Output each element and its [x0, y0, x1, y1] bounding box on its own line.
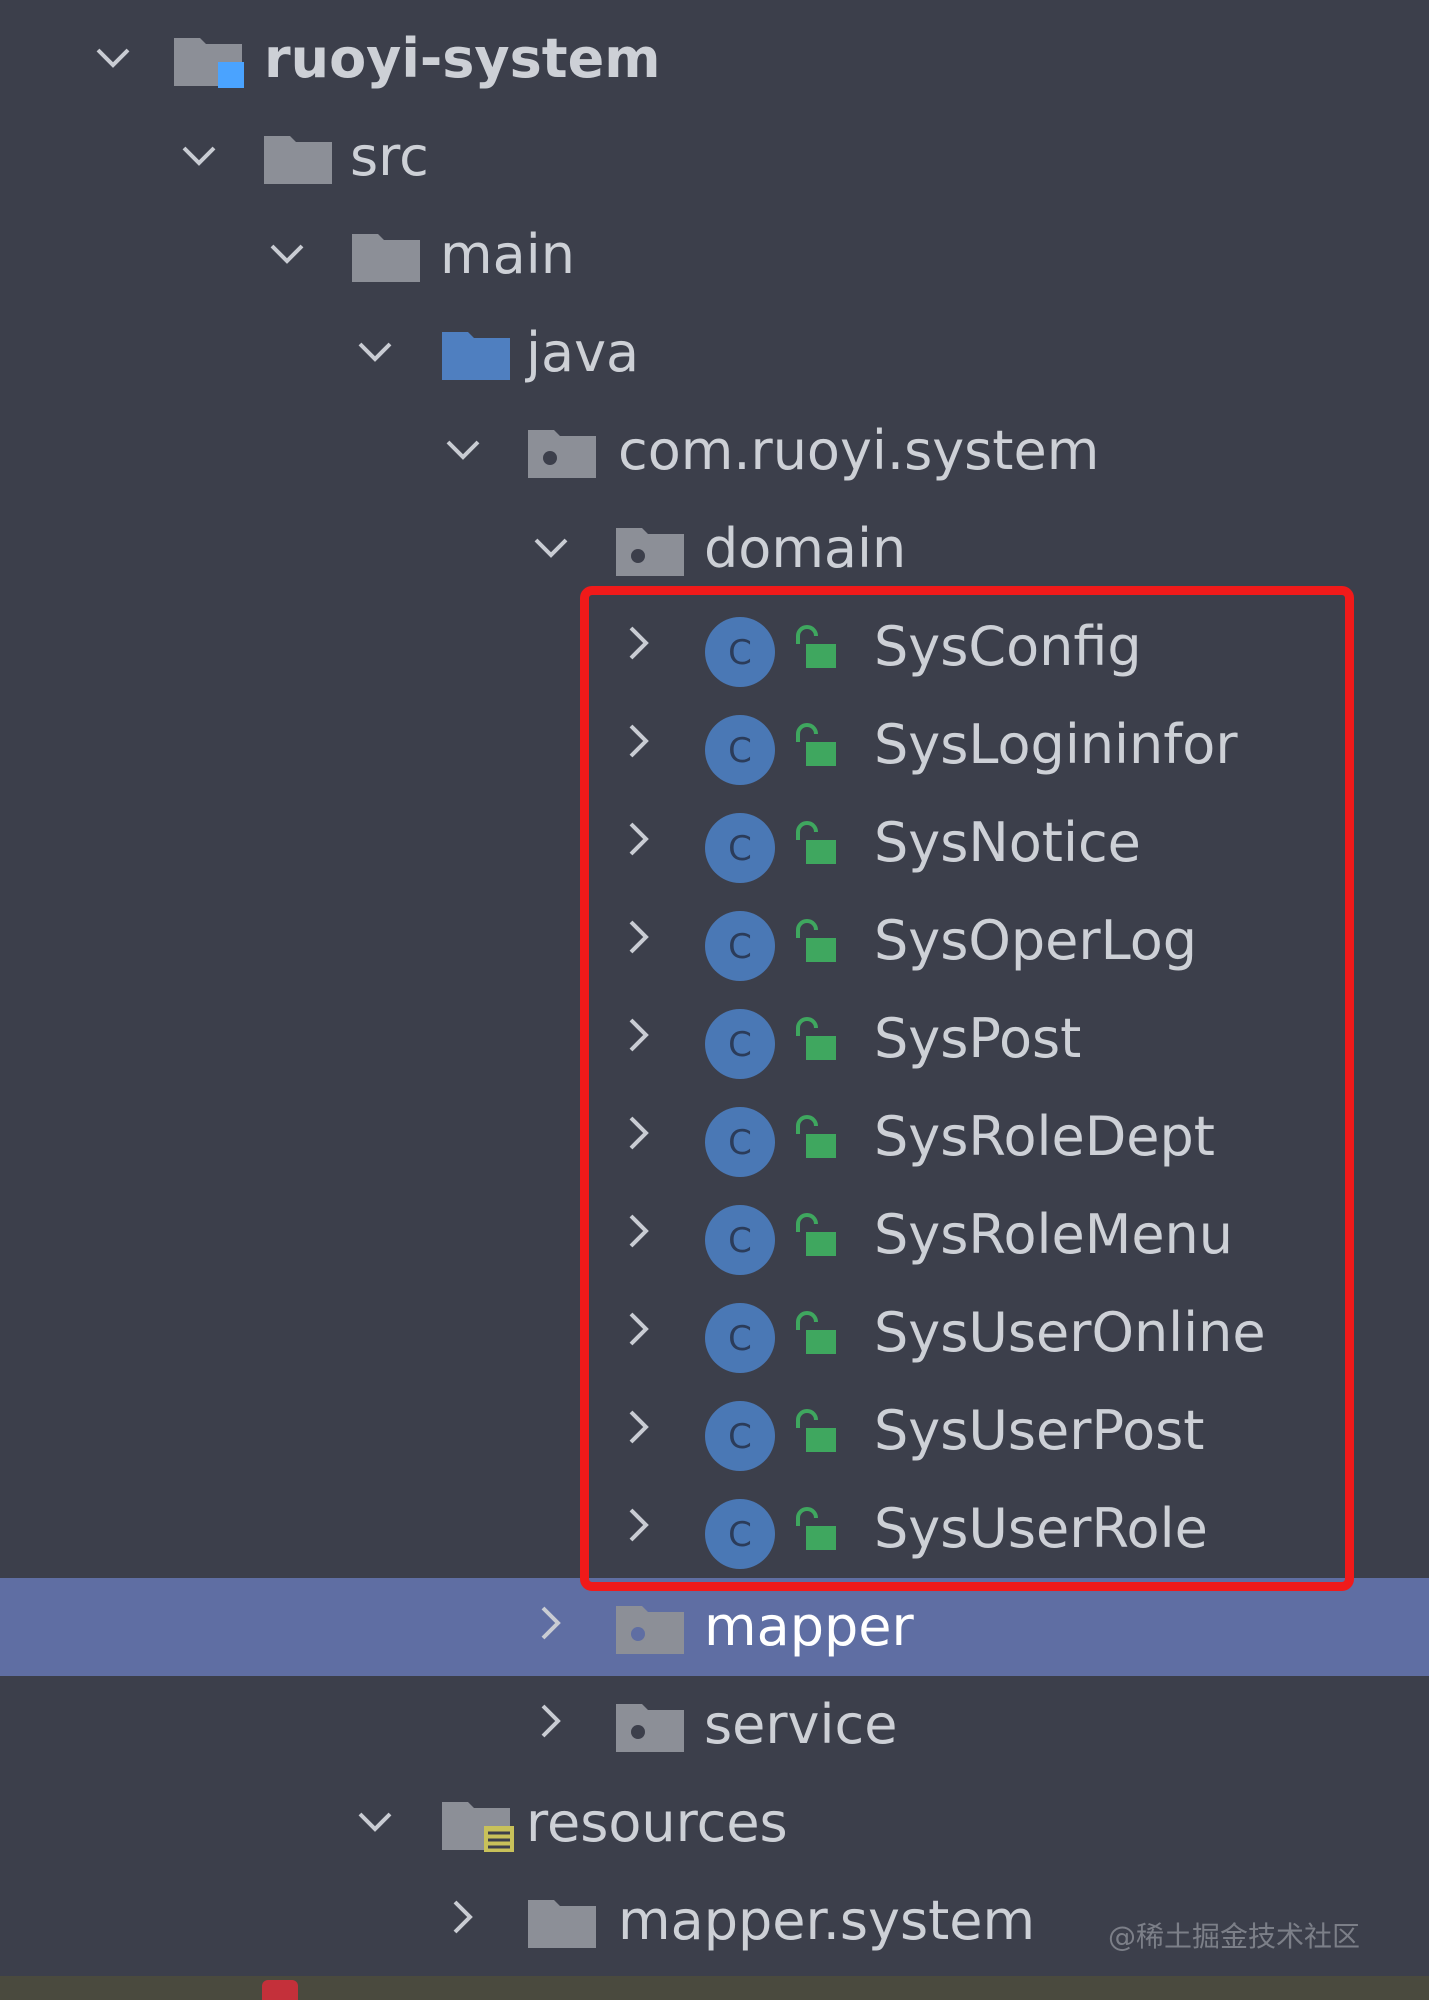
package-icon — [614, 522, 690, 578]
tree-item-label: main — [440, 223, 575, 286]
folder-icon — [526, 1894, 602, 1950]
chevron-down-icon[interactable] — [350, 1798, 400, 1848]
package-icon — [526, 424, 602, 480]
chevron-right-icon[interactable] — [526, 1696, 576, 1746]
chevron-right-icon[interactable] — [526, 1598, 576, 1648]
package-icon — [614, 1600, 690, 1656]
module-folder-icon — [172, 32, 248, 88]
folder-icon — [262, 130, 338, 186]
chevron-down-icon[interactable] — [350, 328, 400, 378]
tree-row-com-ruoyi-system[interactable]: com.ruoyi.system — [0, 402, 1429, 500]
folder-icon — [350, 228, 426, 284]
chevron-down-icon[interactable] — [88, 34, 138, 84]
tree-item-label: java — [526, 321, 640, 384]
tree-row-ruoyi-system[interactable]: ruoyi-system — [0, 10, 1429, 108]
partial-icon — [262, 1980, 298, 2000]
tree-item-label: mapper.system — [618, 1889, 1036, 1952]
tree-row-service[interactable]: service — [0, 1676, 1429, 1774]
highlight-box — [580, 586, 1354, 1591]
chevron-down-icon[interactable] — [174, 132, 224, 182]
chevron-down-icon[interactable] — [438, 426, 488, 476]
tree-item-label: service — [704, 1693, 898, 1756]
tree-item-label: src — [350, 125, 429, 188]
tree-item-label: domain — [704, 517, 907, 580]
tree-item-label: mapper — [704, 1595, 914, 1658]
tree-row-src[interactable]: src — [0, 108, 1429, 206]
bottom-strip — [0, 1976, 1429, 2000]
tree-row-mapper[interactable]: mapper — [0, 1578, 1429, 1676]
tree-row-resources[interactable]: resources — [0, 1774, 1429, 1872]
chevron-right-icon[interactable] — [438, 1892, 488, 1942]
resources-folder-icon — [440, 1796, 516, 1852]
tree-item-label: ruoyi-system — [264, 27, 661, 90]
package-icon — [614, 1698, 690, 1754]
tree-item-label: resources — [526, 1791, 788, 1854]
tree-row-domain[interactable]: domain — [0, 500, 1429, 598]
chevron-down-icon[interactable] — [526, 524, 576, 574]
tree-row-main[interactable]: main — [0, 206, 1429, 304]
chevron-down-icon[interactable] — [262, 230, 312, 280]
source-folder-icon — [440, 326, 516, 382]
tree-row-java[interactable]: java — [0, 304, 1429, 402]
watermark: @稀土掘金技术社区 — [1108, 1920, 1361, 1953]
tree-item-label: com.ruoyi.system — [618, 419, 1100, 482]
